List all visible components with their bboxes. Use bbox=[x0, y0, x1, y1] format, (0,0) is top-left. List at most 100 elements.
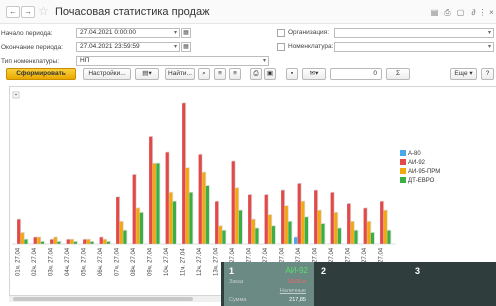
x-tick-label: 11ч. 27.04 bbox=[181, 248, 187, 276]
bar bbox=[119, 221, 123, 244]
x-tick-label: 12ч. 27.04 bbox=[197, 247, 203, 276]
bar bbox=[363, 208, 367, 244]
nomen-type-value: НП bbox=[80, 57, 90, 64]
report-icon[interactable]: ▤ bbox=[430, 8, 439, 17]
bar bbox=[198, 154, 202, 244]
bar bbox=[321, 223, 325, 244]
find-button[interactable]: Найти... bbox=[165, 68, 195, 80]
bar bbox=[347, 203, 351, 244]
dispenser-tile-1[interactable]: 1 АИ-92 Заказ 10,00 л Наличные Сумма 217… bbox=[224, 262, 314, 306]
close-icon[interactable]: × bbox=[487, 8, 496, 17]
more-vert-icon[interactable]: ⋮ bbox=[478, 8, 487, 17]
tile-row-label: Сумма bbox=[229, 297, 247, 303]
print-preview-icon[interactable]: ▣ bbox=[264, 68, 276, 80]
bar bbox=[57, 241, 61, 244]
bar bbox=[24, 239, 28, 244]
print-icon[interactable]: ⎙ bbox=[250, 68, 262, 80]
save-icon[interactable]: ▪ bbox=[286, 68, 298, 80]
legend-label: ДТ-ЕВРО bbox=[408, 178, 435, 184]
bar bbox=[33, 237, 37, 244]
scroll-thumb[interactable] bbox=[13, 297, 193, 301]
organization-checkbox[interactable] bbox=[277, 29, 285, 37]
bar bbox=[354, 230, 358, 244]
legend-swatch bbox=[400, 168, 406, 174]
bar bbox=[17, 219, 21, 244]
legend-swatch bbox=[400, 150, 406, 156]
end-date-field[interactable]: 27.04.2021 23:59:59 ▾ bbox=[76, 42, 180, 52]
legend-swatch bbox=[400, 159, 406, 165]
mail-icon[interactable]: ✉▾ bbox=[302, 68, 326, 80]
sum-button[interactable]: Σ bbox=[386, 68, 410, 80]
bar bbox=[334, 212, 338, 244]
bar bbox=[271, 226, 275, 244]
bar bbox=[156, 163, 160, 244]
forward-icon[interactable]: → bbox=[21, 6, 35, 18]
bar bbox=[116, 197, 120, 244]
print-icon[interactable]: ⎙ bbox=[443, 8, 452, 17]
title-bar: ← → ☆ Почасовая статистика продаж ▤ ⎙ ▢ … bbox=[0, 0, 496, 24]
end-calendar-icon[interactable]: ▦ bbox=[181, 42, 191, 52]
bar bbox=[106, 241, 110, 244]
bar bbox=[172, 201, 176, 244]
bar bbox=[136, 208, 140, 244]
bar bbox=[350, 221, 354, 244]
x-tick-label: 07ч. 27.04 bbox=[115, 247, 121, 276]
generate-button[interactable]: Сформировать bbox=[6, 68, 76, 80]
x-tick-label: 08ч. 27.04 bbox=[131, 247, 137, 276]
bar bbox=[297, 183, 301, 244]
link-icon[interactable]: ∂ bbox=[469, 8, 478, 17]
bar bbox=[248, 194, 252, 244]
end-label: Окончание периода: bbox=[1, 44, 63, 51]
bar bbox=[215, 201, 219, 244]
bar bbox=[231, 161, 235, 244]
bar bbox=[73, 241, 77, 244]
back-icon[interactable]: ← bbox=[6, 6, 20, 18]
help-button[interactable]: ? bbox=[481, 68, 494, 80]
bar bbox=[50, 239, 54, 244]
bar bbox=[314, 190, 318, 244]
tile-row-value: 217,85 bbox=[289, 297, 306, 303]
variants-icon[interactable]: ▤▾ bbox=[135, 68, 159, 80]
nomenclature-checkbox[interactable] bbox=[277, 43, 285, 51]
bar bbox=[264, 194, 268, 244]
bar bbox=[123, 230, 127, 244]
collapse-icon[interactable]: ≡ bbox=[229, 68, 241, 80]
dispenser-tile-2[interactable]: 2 bbox=[316, 262, 408, 306]
bar bbox=[189, 192, 193, 244]
nomenclature-field[interactable]: ▾ bbox=[334, 42, 494, 52]
legend-swatch bbox=[400, 177, 406, 183]
bar bbox=[139, 212, 143, 244]
number-field[interactable]: 0 bbox=[330, 68, 382, 80]
bar bbox=[90, 241, 94, 244]
more-button[interactable]: Еще ▾ bbox=[450, 68, 477, 80]
x-tick-label: 03ч. 27.04 bbox=[49, 247, 55, 276]
bar bbox=[330, 192, 334, 244]
tile-payment: Наличные bbox=[279, 288, 306, 294]
start-label: Начало периода: bbox=[1, 30, 53, 37]
more-label: Еще bbox=[454, 70, 468, 77]
bar bbox=[294, 237, 298, 244]
bar bbox=[337, 228, 341, 244]
start-calendar-icon[interactable]: ▦ bbox=[181, 28, 191, 38]
dispenser-panel: 1 АИ-92 Заказ 10,00 л Наличные Сумма 217… bbox=[221, 262, 496, 306]
dropdown-arrow-icon: ▾ bbox=[173, 44, 177, 50]
tile-number: 2 bbox=[321, 266, 327, 276]
bar bbox=[218, 226, 222, 244]
nomen-type-select[interactable]: НП ▾ bbox=[76, 56, 269, 66]
organization-field[interactable]: ▾ bbox=[334, 28, 494, 38]
search-icon[interactable]: ⌕ bbox=[198, 68, 210, 80]
bar bbox=[235, 188, 239, 244]
start-date-field[interactable]: 27.04.2021 0:00:00 ▾ bbox=[76, 28, 180, 38]
dispenser-tile-3[interactable]: 3 bbox=[410, 262, 496, 306]
preview-icon[interactable]: ▢ bbox=[456, 8, 465, 17]
legend-label: АИ-92 bbox=[408, 160, 426, 166]
horizontal-scrollbar[interactable] bbox=[9, 296, 221, 302]
x-tick-label: 05ч. 27.04 bbox=[82, 247, 88, 276]
favorite-star-icon[interactable]: ☆ bbox=[38, 4, 49, 18]
dropdown-arrow-icon: ▾ bbox=[487, 30, 491, 36]
settings-button[interactable]: Настройки... bbox=[83, 68, 131, 80]
bar bbox=[205, 185, 209, 244]
expand-icon[interactable]: ≡ bbox=[214, 68, 226, 80]
legend: А-80 АИ-92 АИ-95-ПРМ ДТ-ЕВРО bbox=[400, 150, 440, 184]
legend-label: А-80 bbox=[408, 151, 421, 157]
